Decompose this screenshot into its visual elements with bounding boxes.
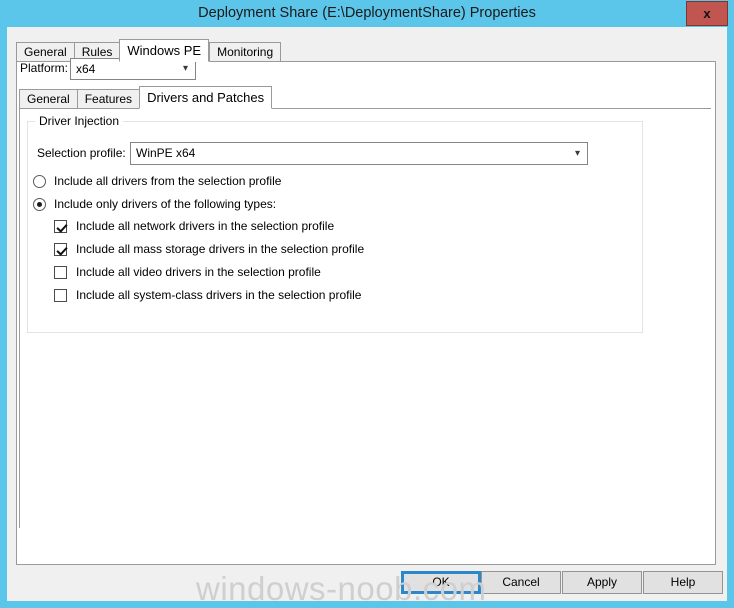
tab-general[interactable]: General	[16, 42, 75, 62]
inner-tab-drivers-and-patches[interactable]: Drivers and Patches	[139, 86, 273, 109]
button-label: Cancel	[502, 575, 540, 589]
selection-profile-combobox[interactable]: WinPE x64 ▾	[130, 142, 588, 165]
checkbox-label: Include all mass storage drivers in the …	[76, 242, 365, 256]
radio-indicator[interactable]	[33, 175, 46, 188]
checkbox-indicator[interactable]	[54, 266, 67, 279]
checkbox-indicator[interactable]	[54, 243, 67, 256]
tab-label: General	[24, 45, 67, 59]
tab-label: Windows PE	[127, 43, 202, 58]
button-label: Help	[670, 575, 696, 589]
dialog-window: Deployment Share (E:\DeploymentShare) Pr…	[0, 0, 734, 608]
tab-label: Monitoring	[217, 45, 274, 59]
tab-label: Drivers and Patches	[147, 90, 265, 105]
title-bar: Deployment Share (E:\DeploymentShare) Pr…	[0, 0, 734, 27]
inner-tabstrip: General Features Drivers and Patches	[19, 86, 679, 109]
button-label: Apply	[586, 575, 618, 589]
cancel-button[interactable]: Cancel	[481, 571, 561, 594]
checkbox-label: Include all system-class drivers in the …	[76, 288, 362, 302]
dialog-client-area: General Rules Windows PE Monitoring Platfor…	[7, 27, 727, 601]
outer-tabstrip: General Rules Windows PE Monitoring	[16, 39, 716, 62]
platform-label: Platform:	[20, 61, 69, 75]
tab-label: Features	[84, 92, 133, 106]
chevron-down-icon: ▾	[182, 63, 188, 74]
driver-injection-group-title: Driver Injection	[35, 114, 124, 128]
ok-button[interactable]: OK	[401, 571, 481, 594]
help-button[interactable]: Help	[643, 571, 723, 594]
inner-tab-features[interactable]: Features	[76, 89, 141, 109]
tab-windows-pe[interactable]: Windows PE	[119, 39, 210, 62]
tab-label: General	[27, 92, 70, 106]
radio-indicator[interactable]	[33, 198, 46, 211]
checkbox-indicator[interactable]	[54, 220, 67, 233]
radio-label: Include all drivers from the selection p…	[54, 174, 282, 188]
chevron-down-icon: ▾	[574, 148, 580, 159]
close-button[interactable]: x	[686, 1, 728, 26]
selection-profile-label: Selection profile:	[37, 146, 126, 160]
tab-monitoring[interactable]: Monitoring	[209, 42, 282, 62]
button-label: OK	[432, 575, 450, 589]
radio-label: Include only drivers of the following ty…	[54, 197, 277, 211]
selection-profile-value: WinPE x64	[136, 146, 196, 160]
tab-label: Rules	[81, 45, 113, 59]
checkbox-label: Include all network drivers in the selec…	[76, 219, 335, 233]
window-title: Deployment Share (E:\DeploymentShare) Pr…	[198, 5, 536, 21]
apply-button[interactable]: Apply	[562, 571, 642, 594]
checkbox-label: Include all video drivers in the selecti…	[76, 265, 321, 279]
inner-tab-general[interactable]: General	[19, 89, 78, 109]
platform-value: x64	[76, 62, 96, 76]
checkbox-indicator[interactable]	[54, 289, 67, 302]
